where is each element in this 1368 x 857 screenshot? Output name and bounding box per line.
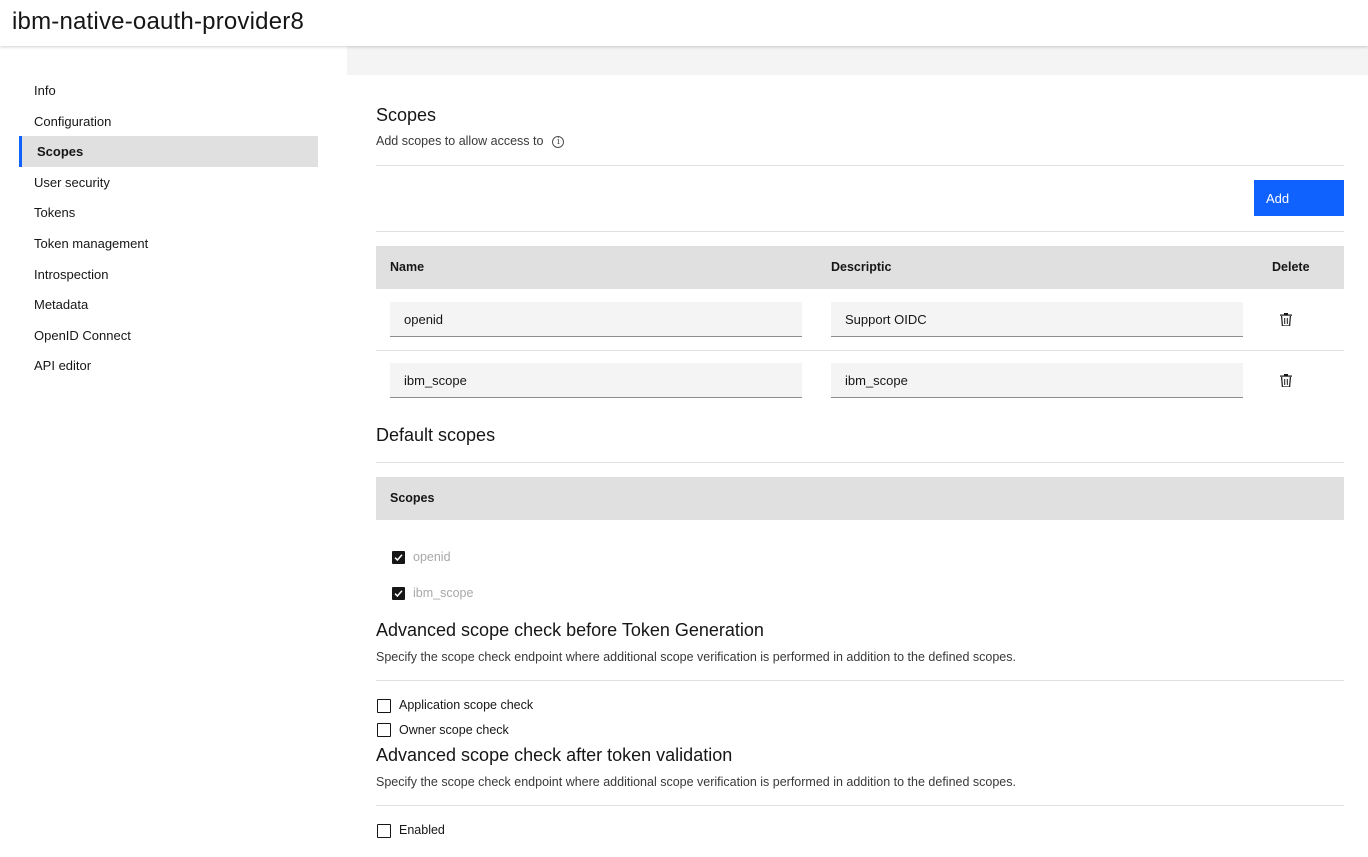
top-bar: ibm-native-oauth-provider8 — [0, 0, 1368, 46]
sidebar-nav: Info Configuration Scopes User security … — [0, 46, 347, 857]
row-separator — [376, 350, 1344, 351]
sidebar-item-introspection[interactable]: Introspection — [19, 259, 318, 290]
sidebar-item-user-security[interactable]: User security — [19, 167, 318, 198]
application-scope-label: Application scope check — [399, 698, 534, 712]
scopes-table-header: Name Descriptic Delete — [376, 246, 1344, 289]
sidebar-item-configuration[interactable]: Configuration — [19, 106, 318, 137]
application-scope-checkbox[interactable] — [377, 699, 391, 713]
sidebar-item-scopes[interactable]: Scopes — [19, 136, 318, 167]
advanced-before-heading: Advanced scope check before Token Genera… — [376, 620, 764, 640]
advanced-after-helper: Specify the scope check endpoint where a… — [376, 775, 1016, 789]
enabled-checkbox[interactable] — [377, 824, 391, 838]
trash-icon[interactable] — [1280, 313, 1292, 326]
checkmark-icon — [394, 554, 403, 562]
advanced-after-heading: Advanced scope check after token validat… — [376, 745, 733, 765]
trash-icon[interactable] — [1280, 374, 1292, 387]
main-panel: Scopes Add scopes to allow access to i Ad… — [347, 75, 1368, 857]
scope-name-input[interactable] — [390, 363, 802, 398]
default-scope-checkbox[interactable] — [392, 587, 405, 600]
column-header-name: Name — [390, 260, 425, 274]
default-scopes-table-header: Scopes — [376, 477, 1344, 520]
scope-description-input[interactable] — [831, 363, 1243, 398]
divider — [376, 462, 1344, 463]
sidebar-item-info[interactable]: Info — [19, 75, 318, 106]
scope-name-input[interactable] — [390, 302, 802, 337]
page-title: ibm-native-oauth-provider8 — [12, 8, 305, 35]
column-header-description: Descriptic — [831, 260, 892, 274]
column-header-delete: Delete — [1272, 260, 1310, 274]
enabled-label: Enabled — [399, 823, 445, 837]
default-scope-label: openid — [413, 550, 451, 564]
default-scopes-heading: Default scopes — [376, 425, 496, 445]
divider — [376, 680, 1344, 681]
column-header-scopes: Scopes — [390, 491, 435, 505]
checkmark-icon — [394, 590, 403, 598]
sidebar-item-tokens[interactable]: Tokens — [19, 197, 318, 228]
divider — [376, 231, 1344, 232]
owner-scope-checkbox[interactable] — [377, 723, 391, 737]
scopes-heading: Scopes — [376, 105, 437, 125]
sidebar-item-metadata[interactable]: Metadata — [19, 289, 318, 320]
advanced-before-helper: Specify the scope check endpoint where a… — [376, 650, 1016, 664]
scopes-subtitle-row: Add scopes to allow access to i — [376, 134, 565, 148]
add-scope-button[interactable]: Add — [1254, 180, 1344, 216]
scopes-subtitle: Add scopes to allow access to — [376, 134, 544, 148]
default-scope-label: ibm_scope — [413, 586, 474, 600]
default-scope-checkbox[interactable] — [392, 551, 405, 564]
scope-description-input[interactable] — [831, 302, 1243, 337]
sidebar-item-openid-connect[interactable]: OpenID Connect — [19, 320, 318, 351]
info-icon[interactable]: i — [552, 135, 565, 148]
sidebar-item-token-management[interactable]: Token management — [19, 228, 318, 259]
divider — [376, 805, 1344, 806]
divider — [376, 165, 1344, 166]
sidebar-item-api-editor[interactable]: API editor — [19, 350, 318, 381]
owner-scope-label: Owner scope check — [399, 723, 509, 737]
